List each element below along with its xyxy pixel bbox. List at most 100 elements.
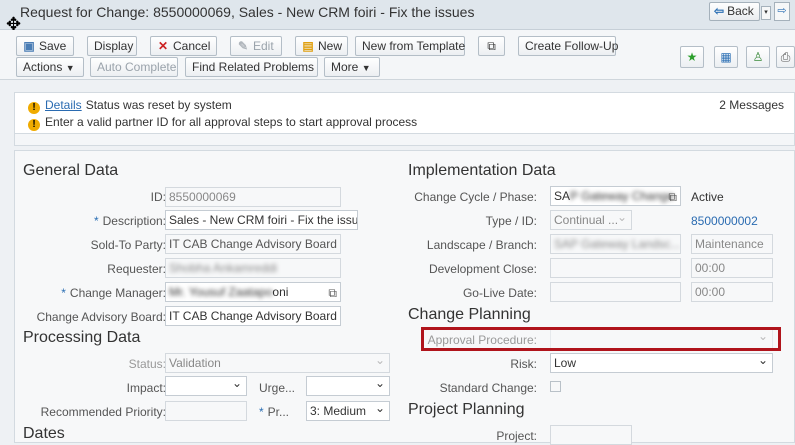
change-manager-field[interactable]: Mr. Yousuf Zaatapooni ⧉ xyxy=(165,282,341,302)
new-document-icon: ▤ xyxy=(302,39,314,53)
description-field[interactable]: Sales - New CRM foiri - Fix the issues xyxy=(165,210,358,230)
risk-dropdown[interactable]: Low xyxy=(550,353,773,373)
sold-to-party-label: Sold-To Party: xyxy=(90,238,166,252)
value-help-icon[interactable]: ⧉ xyxy=(328,284,337,301)
new-label: New xyxy=(318,39,343,53)
forward-button[interactable]: ⇨ xyxy=(774,2,790,21)
back-button[interactable]: ⇦ Back xyxy=(709,2,760,21)
development-close-date-field xyxy=(550,258,681,278)
general-data-heading: General Data xyxy=(23,162,119,179)
history-dropdown-icon[interactable]: ▾ xyxy=(761,6,771,20)
chevron-down-icon: ▼ xyxy=(65,63,75,73)
urgency-dropdown[interactable] xyxy=(306,376,390,396)
find-related-problems-button[interactable]: Find Related Problems xyxy=(185,57,318,77)
personalize-icon[interactable]: ♙ xyxy=(746,46,770,68)
cancel-icon: ✕ xyxy=(157,39,169,53)
change-cycle-field[interactable]: SAP Gateway Change ⧉ xyxy=(550,186,681,206)
message-text: Status was reset by system xyxy=(85,98,232,112)
message-count[interactable]: 2 Messages xyxy=(719,98,784,112)
impact-dropdown[interactable] xyxy=(165,376,247,396)
find-related-problems-label: Find Related Problems xyxy=(192,60,315,74)
change-advisory-board-field[interactable]: IT CAB Change Advisory Board xyxy=(165,306,341,326)
priority-label-text: Pr... xyxy=(267,405,290,419)
standard-change-label: Standard Change: xyxy=(439,381,537,395)
type-id-link[interactable]: 8500000002 xyxy=(691,214,758,228)
phase-value: Active xyxy=(691,190,724,204)
requester-value: Shobha Ankamreddi xyxy=(169,261,278,275)
change-manager-label-text: Change Manager: xyxy=(69,286,166,300)
create-follow-up-label: Create Follow-Up xyxy=(525,39,619,53)
new-from-template-button[interactable]: New from Template xyxy=(355,36,465,56)
edit-label: Edit xyxy=(253,39,274,53)
auto-complete-label: Auto Complete xyxy=(97,60,177,74)
form-area: General Data ID: 8550000069 * Description… xyxy=(14,150,795,445)
title-bar: Request for Change: 8550000069, Sales - … xyxy=(0,0,795,30)
description-label-text: Description: xyxy=(102,214,166,228)
implementation-data-heading: Implementation Data xyxy=(408,162,556,179)
more-label: More xyxy=(331,60,359,74)
chevron-down-icon: ▼ xyxy=(361,63,371,73)
change-manager-value: oni xyxy=(272,285,289,299)
value-help-icon[interactable]: ⧉ xyxy=(668,188,677,205)
urgency-label: Urge... xyxy=(259,381,296,395)
change-manager-label: * Change Manager: xyxy=(61,286,166,300)
details-link[interactable]: Details xyxy=(45,98,82,112)
back-arrow-icon: ⇦ xyxy=(714,4,725,18)
cancel-button[interactable]: ✕ Cancel xyxy=(150,36,217,56)
dates-heading: Dates xyxy=(23,425,65,442)
notes-icon[interactable]: ▦ xyxy=(714,46,738,68)
impact-label: Impact: xyxy=(126,381,166,395)
standard-change-checkbox[interactable] xyxy=(550,381,561,392)
risk-label: Risk: xyxy=(510,357,537,371)
message-divider xyxy=(14,134,795,146)
processing-data-heading: Processing Data xyxy=(23,329,141,346)
project-planning-heading: Project Planning xyxy=(408,401,525,418)
project-field xyxy=(550,425,632,445)
recommended-priority-field xyxy=(165,401,247,421)
description-label: * Description: xyxy=(94,214,166,228)
sold-to-party-field: IT CAB Change Advisory Board xyxy=(165,234,341,254)
required-asterisk: * xyxy=(61,286,66,300)
project-label: Project: xyxy=(496,429,537,443)
warning-icon: ! xyxy=(28,119,40,131)
change-cycle-value: SA xyxy=(554,189,571,203)
message-item: ! Enter a valid partner ID for all approv… xyxy=(28,115,417,131)
new-button[interactable]: ▤ New xyxy=(295,36,348,56)
edit-icon: ✎ xyxy=(237,39,249,53)
more-menu-button[interactable]: More ▼ xyxy=(324,57,380,77)
toolbar: ▣ Save Display ✕ Cancel ✎ Edit ▤ New New fro… xyxy=(0,30,795,80)
priority-dropdown[interactable]: 3: Medium xyxy=(306,401,390,421)
id-field: 8550000069 xyxy=(165,187,341,207)
print-icon[interactable]: ⎙ xyxy=(776,46,795,68)
requester-field: Shobha Ankamreddi xyxy=(165,258,341,278)
status-label: Status: xyxy=(128,357,166,371)
new-from-template-label: New from Template xyxy=(362,39,466,53)
change-cycle-value-hidden: P Gateway Change xyxy=(570,189,674,203)
favorite-add-icon[interactable]: ★ xyxy=(680,46,704,68)
save-label: Save xyxy=(39,39,67,53)
requester-label: Requester: xyxy=(107,262,166,276)
copy-button[interactable]: ⧉ xyxy=(478,36,505,56)
save-button[interactable]: ▣ Save xyxy=(16,36,74,56)
go-live-date-field xyxy=(550,282,681,302)
branch-field: Maintenance xyxy=(691,234,773,254)
status-dropdown: Validation xyxy=(165,353,390,373)
required-asterisk: * xyxy=(259,405,264,419)
create-follow-up-button[interactable]: Create Follow-Up xyxy=(518,36,619,56)
message-text: Enter a valid partner ID for all approva… xyxy=(45,115,418,129)
change-manager-value-hidden: Mr. Yousuf Zaatapo xyxy=(169,285,273,299)
edit-button[interactable]: ✎ Edit xyxy=(230,36,282,56)
id-label: ID: xyxy=(150,190,166,204)
go-live-time-field: 00:00 xyxy=(691,282,773,302)
type-dropdown: Continual ... xyxy=(550,210,632,230)
actions-menu-button[interactable]: Actions ▼ xyxy=(16,57,84,77)
priority-label: * Pr... xyxy=(259,405,289,419)
development-close-time-field: 00:00 xyxy=(691,258,773,278)
change-advisory-board-label: Change Advisory Board: xyxy=(36,310,166,324)
go-live-date-label: Go-Live Date: xyxy=(462,286,537,300)
actions-label: Actions xyxy=(23,60,63,74)
change-cycle-label: Change Cycle / Phase: xyxy=(414,190,537,204)
approval-procedure-highlight xyxy=(421,327,781,351)
display-button[interactable]: Display xyxy=(87,36,137,56)
auto-complete-button[interactable]: Auto Complete xyxy=(90,57,178,77)
